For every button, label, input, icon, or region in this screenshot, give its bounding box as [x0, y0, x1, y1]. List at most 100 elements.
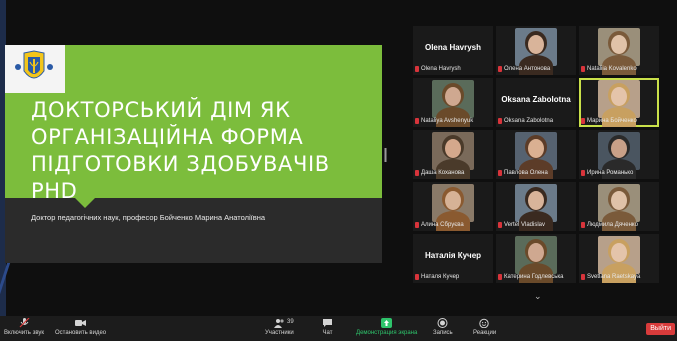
participant-tile[interactable]: Olena Havrysh Olena Havrysh	[413, 26, 493, 75]
share-screen-icon	[381, 318, 393, 328]
chevron-down-icon[interactable]: ⌄	[534, 291, 542, 302]
participant-tile[interactable]: Марина Бойченко	[579, 78, 659, 127]
participant-tile[interactable]: Павлова Олена	[496, 130, 576, 179]
participant-name: Oksana Zabolotna	[504, 118, 554, 124]
participant-name: Олена Антонова	[504, 66, 551, 72]
participant-display-name: Наталія Кучер	[424, 251, 482, 260]
mute-button[interactable]: Включить звук	[4, 318, 44, 336]
record-button[interactable]: Запись	[433, 318, 453, 336]
mic-muted-icon	[498, 170, 502, 176]
participant-video	[432, 132, 474, 179]
mic-muted-icon	[581, 170, 585, 176]
mic-muted-icon	[498, 66, 502, 72]
participant-face	[611, 191, 627, 210]
participant-video	[432, 80, 474, 127]
participant-display-name: Oksana Zabolotna	[501, 95, 571, 104]
participant-display-name: Olena Havrysh	[424, 43, 482, 52]
mic-muted-icon	[581, 66, 585, 72]
meeting-toolbar: Включить звук Остановить видео Участники…	[0, 316, 677, 341]
reactions-icon	[479, 318, 489, 328]
participant-body	[519, 55, 553, 75]
mic-muted-icon	[415, 66, 419, 72]
participant-name: Svetlana Raetskaya	[587, 274, 641, 280]
participant-tile[interactable]: Алина Сбруєва	[413, 182, 493, 231]
participant-body	[602, 159, 636, 179]
university-logo	[7, 47, 62, 89]
participants-icon	[273, 319, 284, 328]
mic-muted-icon	[19, 318, 29, 328]
participant-tile[interactable]: Людмила Дяченко	[579, 182, 659, 231]
participant-tile[interactable]: Ирина Романько	[579, 130, 659, 179]
participant-tile[interactable]: Даша Коханова	[413, 130, 493, 179]
participant-name: Даша Коханова	[421, 170, 465, 176]
participant-face	[445, 139, 461, 158]
participant-name: Катерина Годлевська	[504, 274, 564, 280]
shared-slide: ДОКТОРСЬКИЙ ДІМ ЯК ОРГАНІЗАЦІЙНА ФОРМА П…	[5, 45, 382, 263]
participant-face	[528, 35, 544, 54]
reactions-button[interactable]: Реакции	[473, 318, 496, 336]
participant-body	[519, 211, 553, 231]
mic-muted-icon	[415, 118, 419, 124]
participant-video	[432, 184, 474, 231]
slide-subtitle: Доктор педагогічних наук, професор Бойче…	[31, 213, 266, 222]
mic-muted-icon	[498, 274, 502, 280]
mic-muted-icon	[498, 222, 502, 228]
mic-muted-icon	[415, 170, 419, 176]
participant-video	[598, 236, 640, 283]
participant-face	[528, 191, 544, 210]
split-handle[interactable]	[384, 148, 387, 162]
participant-name: Павлова Олена	[504, 170, 548, 176]
mute-label: Включить звук	[4, 330, 45, 336]
participant-tile[interactable]: Nataliia Kovalenko	[579, 26, 659, 75]
participant-video	[515, 132, 557, 179]
participant-tile[interactable]: Катерина Годлевська	[496, 234, 576, 283]
participant-tile[interactable]: Oksana Zabolotna Oksana Zabolotna	[496, 78, 576, 127]
mic-muted-icon	[581, 222, 585, 228]
participant-name: Ирина Романько	[587, 170, 634, 176]
leave-button[interactable]: Выйти	[646, 323, 675, 335]
chat-button[interactable]: Чат	[322, 318, 333, 336]
participant-face	[611, 139, 627, 158]
participant-body	[602, 263, 636, 283]
chat-label: Чат	[322, 330, 333, 336]
chat-icon	[323, 319, 332, 327]
participant-tile[interactable]: Олена Антонова	[496, 26, 576, 75]
participant-face	[611, 35, 627, 54]
participant-name: Nataliia Kovalenko	[587, 66, 637, 72]
share-screen-button[interactable]: Демонстрация экрана	[356, 318, 417, 336]
record-label: Запись	[433, 330, 453, 336]
participant-name: Алина Сбруєва	[421, 222, 464, 228]
slide-title: ДОКТОРСЬКИЙ ДІМ ЯК ОРГАНІЗАЦІЙНА ФОРМА П…	[31, 98, 330, 203]
video-label: Остановить видео	[55, 330, 107, 336]
mic-muted-icon	[581, 274, 585, 280]
participants-label: Участники	[265, 330, 294, 336]
participant-tile[interactable]: Vertel Vladislav	[496, 182, 576, 231]
participant-name: Людмила Дяченко	[587, 222, 638, 228]
participant-body	[436, 211, 470, 231]
participant-body	[436, 159, 470, 179]
participant-video	[515, 184, 557, 231]
participant-face	[611, 87, 627, 106]
participant-body	[602, 107, 636, 127]
participant-video	[598, 184, 640, 231]
participant-face	[445, 87, 461, 106]
participant-name: Наталя Кучер	[421, 274, 460, 280]
participant-video	[515, 236, 557, 283]
participant-body	[602, 211, 636, 231]
participant-tile[interactable]: Nataliya Avshenyuk	[413, 78, 493, 127]
participant-video	[598, 28, 640, 75]
mic-muted-icon	[498, 118, 502, 124]
participant-body	[602, 55, 636, 75]
participant-body	[519, 263, 553, 283]
participant-video	[598, 80, 640, 127]
participant-tile[interactable]: Наталія Кучер Наталя Кучер	[413, 234, 493, 283]
participant-face	[445, 191, 461, 210]
participant-video	[598, 132, 640, 179]
stop-video-button[interactable]: Остановить видео	[55, 318, 106, 336]
participant-name: Vertel Vladislav	[504, 222, 546, 228]
mic-muted-icon	[415, 222, 419, 228]
participant-tile[interactable]: Svetlana Raetskaya	[579, 234, 659, 283]
participant-face	[528, 243, 544, 262]
camera-icon	[75, 320, 87, 326]
participant-body	[519, 159, 553, 179]
